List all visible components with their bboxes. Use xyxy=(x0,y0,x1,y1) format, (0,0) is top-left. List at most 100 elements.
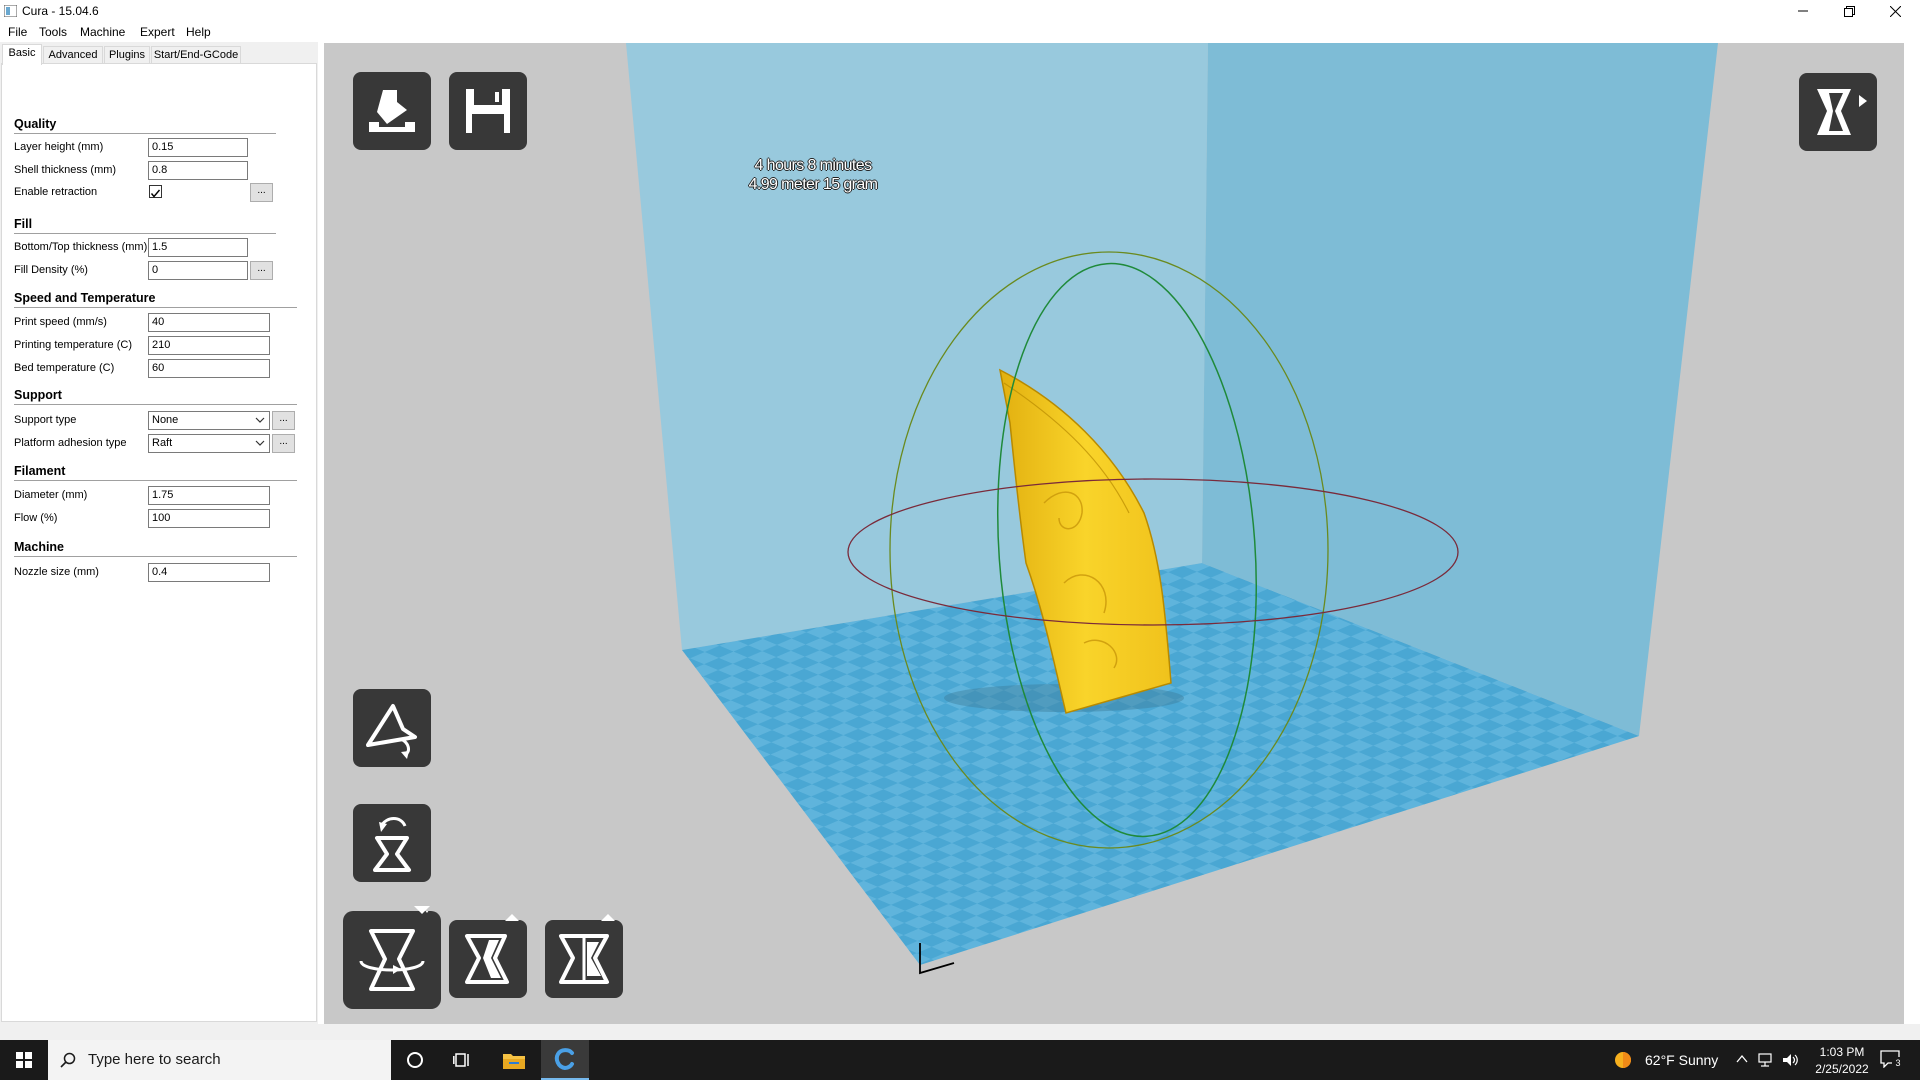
minimize-icon xyxy=(1798,10,1808,12)
enable-retraction-checkbox[interactable] xyxy=(149,185,162,198)
print-speed-label: Print speed (mm/s) xyxy=(14,316,107,328)
scale-options-arrow-icon[interactable] xyxy=(504,913,520,922)
taskbar: Type here to search 62°F Sunny 1:03 PM 2… xyxy=(0,1040,1920,1080)
scale-tool-button[interactable] xyxy=(449,920,527,998)
fill-settings-button[interactable]: ... xyxy=(250,261,273,280)
window-title: Cura - 15.04.6 xyxy=(22,4,99,18)
section-divider xyxy=(14,480,297,481)
printing-temperature-label: Printing temperature (C) xyxy=(14,339,132,351)
fill-density-label: Fill Density (%) xyxy=(14,264,88,276)
weather-text[interactable]: 62°F Sunny xyxy=(1645,1052,1718,1068)
fill-density-input[interactable]: 0 xyxy=(148,261,248,280)
status-strip xyxy=(0,1024,1920,1040)
reset-icon xyxy=(373,817,411,872)
start-button[interactable] xyxy=(0,1040,48,1080)
platform-adhesion-value: Raft xyxy=(152,437,173,449)
section-filament-title: Filament xyxy=(14,464,66,478)
support-type-value: None xyxy=(152,414,179,426)
rotate-options-arrow-icon[interactable] xyxy=(412,905,432,915)
minimize-button[interactable] xyxy=(1780,0,1826,22)
menu-expert[interactable]: Expert xyxy=(140,25,175,39)
clock-time[interactable]: 1:03 PM xyxy=(1812,1045,1872,1059)
notification-center-button[interactable]: 3 xyxy=(1880,1050,1906,1070)
search-icon xyxy=(60,1052,76,1068)
section-support-title: Support xyxy=(14,388,62,402)
menu-machine[interactable]: Machine xyxy=(80,25,125,39)
view-mode-button[interactable] xyxy=(1799,73,1877,151)
cortana-button[interactable] xyxy=(391,1040,439,1080)
bottom-top-thickness-input[interactable]: 1.5 xyxy=(148,238,248,257)
flow-label: Flow (%) xyxy=(14,512,58,524)
file-explorer-button[interactable] xyxy=(487,1040,541,1080)
print-material-estimate: 4.99 meter 15 gram xyxy=(748,176,878,193)
section-divider xyxy=(14,133,276,134)
support-type-select[interactable]: None xyxy=(148,411,270,430)
build-volume-scene xyxy=(626,43,1718,975)
support-settings-button[interactable]: ... xyxy=(272,411,295,430)
shell-thickness-label: Shell thickness (mm) xyxy=(14,164,117,176)
section-divider xyxy=(14,307,297,308)
mirror-tool-button[interactable] xyxy=(545,920,623,998)
title-bar: Cura - 15.04.6 xyxy=(0,0,1920,22)
nozzle-size-label: Nozzle size (mm) xyxy=(14,566,99,578)
bed-temperature-input[interactable]: 60 xyxy=(148,359,270,378)
task-view-button[interactable] xyxy=(439,1040,487,1080)
3d-viewport[interactable]: 4 hours 8 minutes 4.99 meter 15 gram xyxy=(324,43,1904,1024)
nozzle-size-input[interactable]: 0.4 xyxy=(148,563,270,582)
close-button[interactable] xyxy=(1872,0,1918,22)
support-type-label: Support type xyxy=(14,414,77,426)
print-speed-input[interactable]: 40 xyxy=(148,313,270,332)
diameter-input[interactable]: 1.75 xyxy=(148,486,270,505)
bottom-top-thickness-label: Bottom/Top thickness (mm) xyxy=(14,241,148,253)
menu-file[interactable]: File xyxy=(8,25,27,39)
section-divider xyxy=(14,556,297,557)
menu-tools[interactable]: Tools xyxy=(39,25,67,39)
save-button[interactable] xyxy=(449,72,527,150)
tab-basic[interactable]: Basic xyxy=(2,44,42,65)
clock-date[interactable]: 2/25/2022 xyxy=(1812,1062,1872,1076)
mirror-options-arrow-icon[interactable] xyxy=(600,913,616,922)
section-divider xyxy=(14,404,297,405)
tab-start-end-gcode[interactable]: Start/End-GCode xyxy=(151,46,241,64)
lay-flat-icon xyxy=(366,704,417,759)
adhesion-settings-button[interactable]: ... xyxy=(272,434,295,453)
rotate-tool-button[interactable] xyxy=(343,911,441,1009)
retraction-settings-button[interactable]: ... xyxy=(250,183,273,202)
flow-input[interactable]: 100 xyxy=(148,509,270,528)
save-icon xyxy=(466,89,510,133)
platform-adhesion-label: Platform adhesion type xyxy=(14,437,127,449)
taskbar-search-box[interactable]: Type here to search xyxy=(48,1040,391,1080)
platform-adhesion-select[interactable]: Raft xyxy=(148,434,270,453)
tab-advanced[interactable]: Advanced xyxy=(43,46,103,64)
section-speed-title: Speed and Temperature xyxy=(14,291,156,305)
restore-button[interactable] xyxy=(1826,0,1872,22)
chevron-down-icon xyxy=(255,440,265,446)
print-time-estimate: 4 hours 8 minutes xyxy=(754,157,873,174)
view-mode-icon xyxy=(1817,89,1867,135)
windows-logo-icon xyxy=(16,1052,32,1068)
notification-count: 3 xyxy=(1892,1057,1904,1069)
network-icon[interactable] xyxy=(1758,1052,1776,1068)
chevron-up-icon[interactable] xyxy=(1736,1054,1748,1064)
section-machine-title: Machine xyxy=(14,540,65,554)
load-button[interactable] xyxy=(353,72,431,150)
reset-button[interactable] xyxy=(353,804,431,882)
volume-icon[interactable] xyxy=(1782,1052,1800,1068)
tab-plugins[interactable]: Plugins xyxy=(104,46,150,64)
close-icon xyxy=(1889,5,1901,17)
menu-help[interactable]: Help xyxy=(186,25,211,39)
menu-bar: File Tools Machine Expert Help xyxy=(0,22,1920,42)
printing-temperature-input[interactable]: 210 xyxy=(148,336,270,355)
chevron-down-icon xyxy=(255,417,265,423)
cura-app-icon xyxy=(4,5,17,17)
shell-thickness-input[interactable]: 0.8 xyxy=(148,161,248,180)
bed-temperature-label: Bed temperature (C) xyxy=(14,362,115,374)
lay-flat-button[interactable] xyxy=(353,689,431,767)
task-view-icon xyxy=(453,1053,469,1067)
cortana-icon xyxy=(407,1052,423,1068)
layer-height-input[interactable]: 0.15 xyxy=(148,138,248,157)
restore-icon xyxy=(1843,5,1855,17)
search-placeholder: Type here to search xyxy=(88,1051,221,1068)
settings-tabs: Basic Advanced Plugins Start/End-GCode xyxy=(0,44,318,65)
cura-taskbar-button[interactable] xyxy=(541,1040,589,1080)
